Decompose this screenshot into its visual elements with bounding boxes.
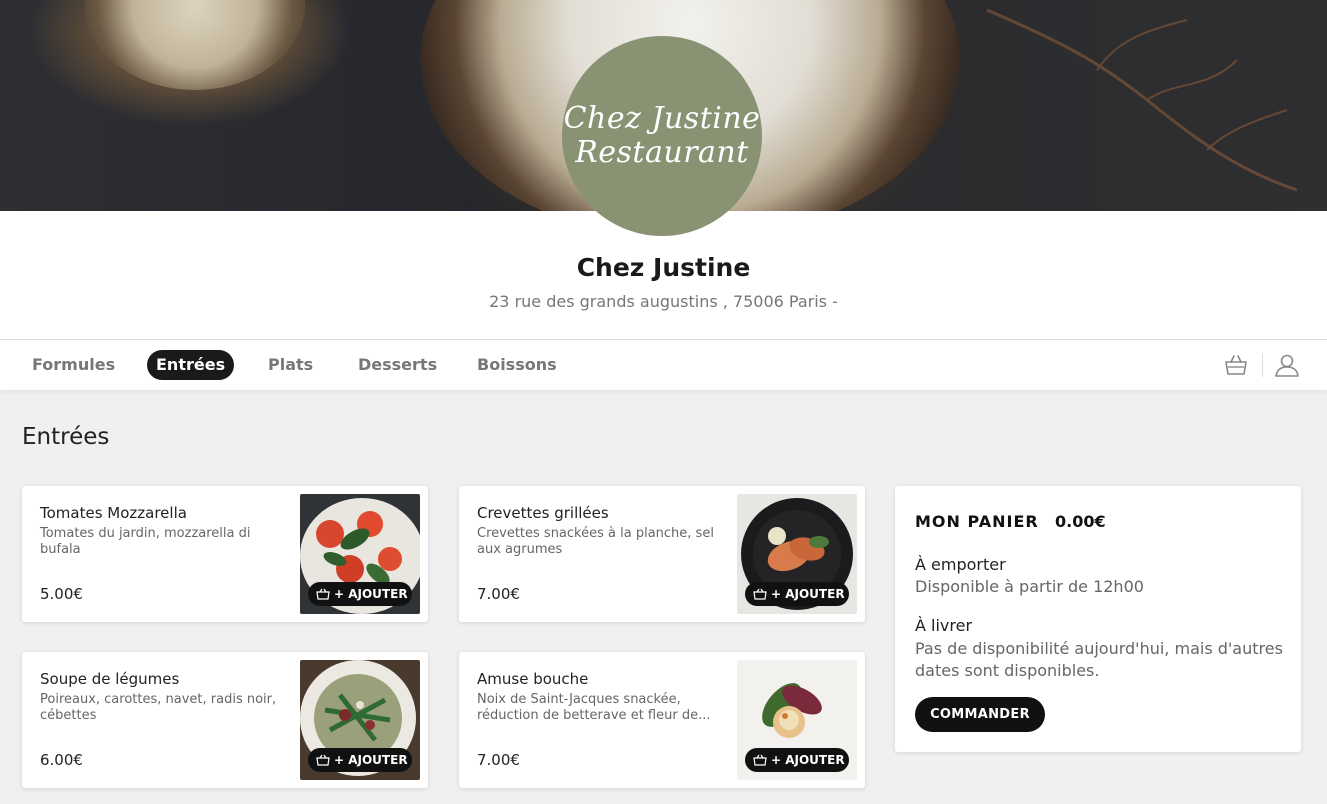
basket-icon [753,754,767,766]
add-to-cart-button[interactable]: + AJOUTER [308,748,412,772]
menu-item-card[interactable]: Crevettes grillées Crevettes snackées à … [459,486,865,622]
logo-line-2: Restaurant [575,135,749,170]
add-to-cart-label: + AJOUTER [771,753,845,767]
hero-branch-decoration [986,8,1297,192]
add-to-cart-label: + AJOUTER [771,587,845,601]
menu-item-card[interactable]: Tomates Mozzarella Tomates du jardin, mo… [22,486,428,622]
order-button[interactable]: COMMANDER [915,697,1045,732]
user-icon[interactable] [1273,351,1301,379]
tab-entrees[interactable]: Entrées [147,350,235,380]
menu-item-price: 7.00€ [477,751,520,769]
menu-item-description: Tomates du jardin, mozzarella di bufala [40,526,251,557]
add-to-cart-label: + AJOUTER [334,587,408,601]
menu-item-price: 5.00€ [40,585,83,603]
delivery-availability: Pas de disponibilité aujourd'hui, mais d… [915,639,1283,680]
takeaway-availability: Disponible à partir de 12h00 [915,577,1144,596]
tab-plats[interactable]: Plats [259,350,322,380]
restaurant-address: 23 rue des grands augustins , 75006 Pari… [489,292,838,311]
menu-item-description: Poireaux, carottes, navet, radis noir, c… [40,692,277,723]
menu-item-description: Noix de Saint-Jacques snackée, réduction… [477,692,711,723]
add-to-cart-label: + AJOUTER [334,753,408,767]
restaurant-name: Chez Justine [576,253,751,282]
menu-item-title: Soupe de légumes [40,670,180,688]
add-to-cart-button[interactable]: + AJOUTER [745,582,849,606]
cart-total: 0.00€ [1055,512,1106,531]
menu-item-price: 6.00€ [40,751,83,769]
section-title: Entrées [22,424,110,450]
takeaway-title: À emporter [915,555,1006,574]
menu-item-title: Tomates Mozzarella [40,504,187,522]
restaurant-logo: Chez Justine Restaurant [562,36,762,236]
logo-line-1: Chez Justine [563,101,761,136]
tab-boissons[interactable]: Boissons [468,350,566,380]
basket-icon [753,588,767,600]
menu-item-card[interactable]: Soupe de légumes Poireaux, carottes, nav… [22,652,428,788]
hero-bowl-image [85,0,305,90]
basket-icon [316,754,330,766]
menu-item-card[interactable]: Amuse bouche Noix de Saint-Jacques snack… [459,652,865,788]
tab-desserts[interactable]: Desserts [349,350,446,380]
menu-item-title: Amuse bouche [477,670,589,688]
basket-icon [316,588,330,600]
basket-icon[interactable] [1222,351,1250,379]
category-nav: Formules Entrées Plats Desserts Boissons [0,339,1327,390]
cart-panel: MON PANIER 0.00€ À emporter Disponible à… [895,486,1301,752]
nav-separator [1262,353,1263,377]
add-to-cart-button[interactable]: + AJOUTER [308,582,412,606]
menu-item-price: 7.00€ [477,585,520,603]
menu-item-description: Crevettes snackées à la planche, sel aux… [477,526,714,557]
tab-formules[interactable]: Formules [23,350,124,380]
add-to-cart-button[interactable]: + AJOUTER [745,748,849,772]
menu-item-title: Crevettes grillées [477,504,609,522]
delivery-title: À livrer [915,616,973,635]
cart-heading: MON PANIER [915,512,1039,531]
